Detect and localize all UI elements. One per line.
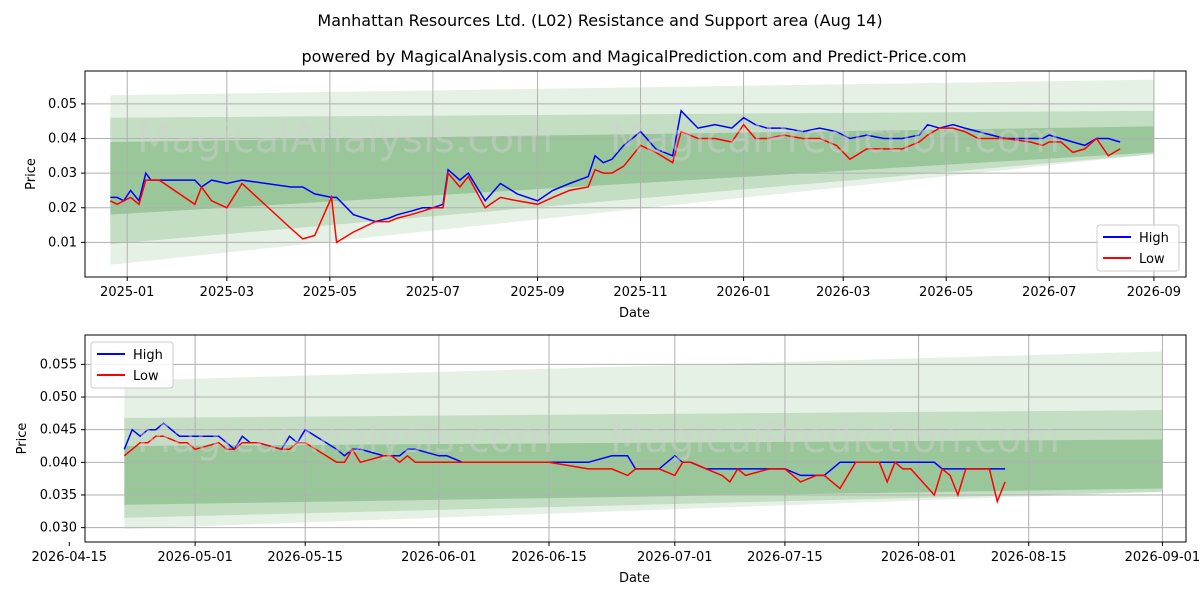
y-axis-label: Price: [15, 423, 30, 455]
y-axis-label: Price: [24, 158, 39, 190]
x-tick-label: 2026-09-01: [1125, 550, 1200, 565]
legend-label-low: Low: [133, 369, 159, 384]
x-axis-label: Date: [619, 306, 650, 321]
y-tick-label: 0.040: [40, 455, 77, 470]
y-tick-label: 0.050: [40, 390, 77, 405]
watermark-analysis: MagicalAnalysis.com: [137, 116, 553, 162]
legend: High Low: [90, 341, 174, 389]
chart-title: Manhattan Resources Ltd. (L02) Resistanc…: [317, 11, 882, 30]
x-tick-label: 2025-11: [613, 285, 667, 300]
y-tick-label: 0.04: [48, 132, 77, 147]
x-tick-label: 2026-06-01: [401, 550, 477, 565]
x-tick-label: 2025-01: [100, 285, 154, 300]
y-tick-label: 0.01: [48, 235, 77, 250]
legend-label-high: High: [133, 348, 163, 363]
x-tick-label: 2025-07: [406, 285, 460, 300]
plot-area: [85, 71, 1186, 277]
watermark-prediction: MagicalPrediction.com: [610, 416, 1060, 462]
x-tick-label: 2026-07-01: [637, 550, 713, 565]
x-tick-label: 2025-03: [200, 285, 254, 300]
y-tick-label: 0.05: [48, 97, 77, 112]
x-tick-label: 2026-09: [1127, 285, 1181, 300]
x-tick-label: 2026-05-15: [267, 550, 343, 565]
watermark-analysis: MagicalAnalysis.com: [137, 416, 553, 462]
x-tick-label: 2025-05: [303, 285, 357, 300]
chart-figure: Manhattan Resources Ltd. (L02) Resistanc…: [0, 0, 1200, 600]
x-tick-label: 2026-04-15: [31, 550, 107, 565]
chart-subtitle: powered by MagicalAnalysis.com and Magic…: [301, 47, 966, 66]
legend-label-low: Low: [1139, 252, 1165, 267]
x-tick-label: 2026-03: [816, 285, 870, 300]
x-tick-label: 2025-09: [510, 285, 564, 300]
x-tick-label: 2026-08-15: [991, 550, 1067, 565]
x-tick-label: 2026-01: [716, 285, 770, 300]
y-tick-label: 0.03: [48, 166, 77, 181]
y-tick-label: 0.055: [40, 357, 77, 372]
chart-canvas: Manhattan Resources Ltd. (L02) Resistanc…: [15, 11, 1200, 586]
x-tick-label: 2026-05: [919, 285, 973, 300]
y-tick-label: 0.045: [40, 423, 77, 438]
x-tick-label: 2026-05-01: [157, 550, 233, 565]
x-axis-label: Date: [619, 571, 650, 586]
upper-panel: MagicalAnalysis.com MagicalPrediction.com…: [24, 70, 1187, 321]
x-tick-label: 2026-07: [1022, 285, 1076, 300]
legend-label-high: High: [1139, 231, 1169, 246]
x-tick-label: 2026-07-15: [747, 550, 823, 565]
y-tick-label: 0.030: [40, 521, 77, 536]
y-tick-label: 0.035: [40, 488, 77, 503]
x-tick-label: 2026-06-15: [511, 550, 587, 565]
y-tick-label: 0.02: [48, 201, 77, 216]
x-tick-label: 2026-08-01: [881, 550, 957, 565]
legend: High Low: [1096, 224, 1180, 272]
watermark-prediction: MagicalPrediction.com: [610, 116, 1060, 162]
lower-panel: MagicalAnalysis.com MagicalPrediction.com…: [15, 334, 1200, 586]
